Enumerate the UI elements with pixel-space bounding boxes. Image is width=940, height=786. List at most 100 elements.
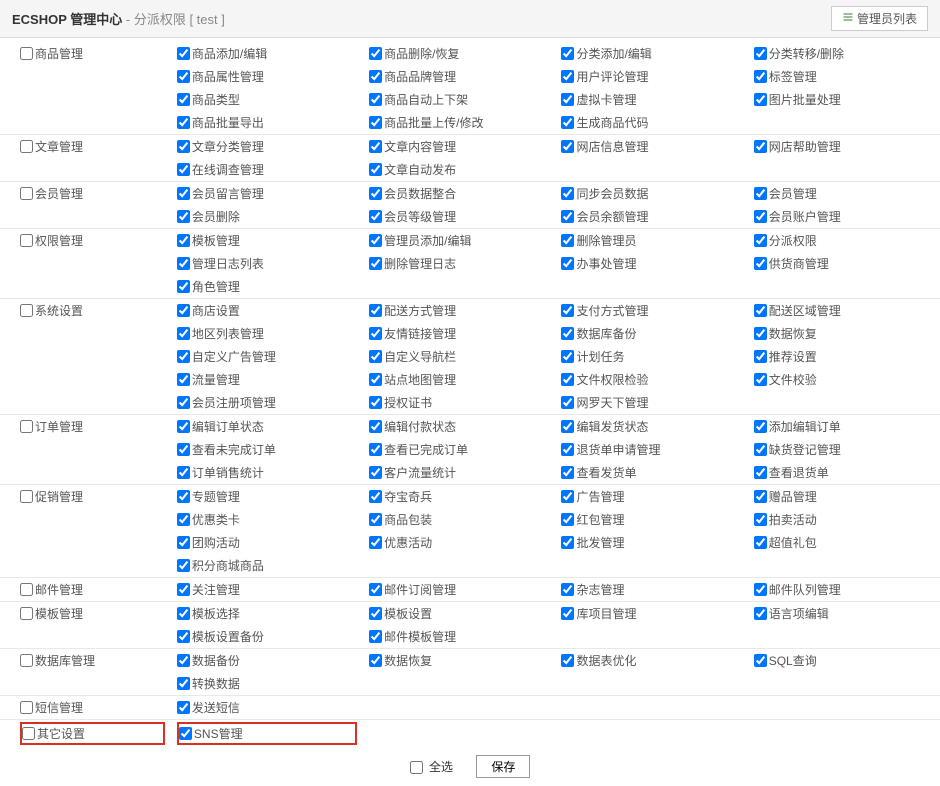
perm-checkbox[interactable] xyxy=(369,116,382,129)
perm-checkbox[interactable] xyxy=(177,350,190,363)
perm-checkbox[interactable] xyxy=(369,654,382,667)
perm-checkbox[interactable] xyxy=(561,373,574,386)
group-checkbox[interactable] xyxy=(20,583,33,596)
group-checkbox[interactable] xyxy=(22,727,35,740)
perm-checkbox[interactable] xyxy=(561,396,574,409)
admin-list-button[interactable]: 管理员列表 xyxy=(831,6,928,31)
group-checkbox[interactable] xyxy=(20,490,33,503)
perm-checkbox[interactable] xyxy=(369,490,382,503)
perm-checkbox[interactable] xyxy=(754,234,767,247)
perm-checkbox[interactable] xyxy=(177,396,190,409)
perm-checkbox[interactable] xyxy=(369,350,382,363)
perm-checkbox[interactable] xyxy=(177,630,190,643)
perm-checkbox[interactable] xyxy=(177,536,190,549)
perm-checkbox[interactable] xyxy=(754,70,767,83)
perm-checkbox[interactable] xyxy=(177,583,190,596)
perm-checkbox[interactable] xyxy=(369,70,382,83)
perm-checkbox[interactable] xyxy=(177,234,190,247)
perm-checkbox[interactable] xyxy=(754,513,767,526)
group-checkbox[interactable] xyxy=(20,47,33,60)
perm-checkbox[interactable] xyxy=(561,490,574,503)
perm-checkbox[interactable] xyxy=(561,234,574,247)
perm-checkbox[interactable] xyxy=(369,607,382,620)
group-checkbox[interactable] xyxy=(20,654,33,667)
perm-checkbox[interactable] xyxy=(754,490,767,503)
perm-checkbox[interactable] xyxy=(561,140,574,153)
perm-checkbox[interactable] xyxy=(754,140,767,153)
perm-checkbox[interactable] xyxy=(369,187,382,200)
perm-checkbox[interactable] xyxy=(177,443,190,456)
perm-checkbox[interactable] xyxy=(369,443,382,456)
group-checkbox[interactable] xyxy=(20,304,33,317)
perm-checkbox[interactable] xyxy=(369,140,382,153)
perm-checkbox[interactable] xyxy=(754,536,767,549)
perm-checkbox[interactable] xyxy=(561,210,574,223)
perm-checkbox[interactable] xyxy=(369,327,382,340)
perm-checkbox[interactable] xyxy=(369,536,382,549)
perm-checkbox[interactable] xyxy=(369,163,382,176)
perm-checkbox[interactable] xyxy=(561,583,574,596)
perm-checkbox[interactable] xyxy=(754,47,767,60)
perm-checkbox[interactable] xyxy=(754,373,767,386)
perm-checkbox[interactable] xyxy=(561,513,574,526)
perm-checkbox[interactable] xyxy=(369,257,382,270)
perm-checkbox[interactable] xyxy=(369,210,382,223)
group-checkbox[interactable] xyxy=(20,187,33,200)
perm-checkbox[interactable] xyxy=(754,257,767,270)
perm-checkbox[interactable] xyxy=(561,607,574,620)
perm-checkbox[interactable] xyxy=(177,677,190,690)
perm-checkbox[interactable] xyxy=(177,140,190,153)
perm-checkbox[interactable] xyxy=(561,420,574,433)
perm-checkbox[interactable] xyxy=(369,466,382,479)
perm-checkbox[interactable] xyxy=(561,116,574,129)
perm-checkbox[interactable] xyxy=(369,583,382,596)
select-all-checkbox[interactable] xyxy=(410,761,423,774)
perm-checkbox[interactable] xyxy=(369,93,382,106)
perm-checkbox[interactable] xyxy=(177,373,190,386)
perm-checkbox[interactable] xyxy=(561,443,574,456)
perm-checkbox[interactable] xyxy=(754,420,767,433)
perm-checkbox[interactable] xyxy=(561,187,574,200)
group-checkbox[interactable] xyxy=(20,234,33,247)
perm-checkbox[interactable] xyxy=(177,187,190,200)
perm-checkbox[interactable] xyxy=(369,630,382,643)
perm-checkbox[interactable] xyxy=(177,70,190,83)
perm-checkbox[interactable] xyxy=(177,701,190,714)
group-checkbox[interactable] xyxy=(20,420,33,433)
perm-checkbox[interactable] xyxy=(177,654,190,667)
perm-checkbox[interactable] xyxy=(369,420,382,433)
perm-checkbox[interactable] xyxy=(754,304,767,317)
perm-checkbox[interactable] xyxy=(177,93,190,106)
perm-checkbox[interactable] xyxy=(754,443,767,456)
perm-checkbox[interactable] xyxy=(754,583,767,596)
perm-checkbox[interactable] xyxy=(177,210,190,223)
perm-checkbox[interactable] xyxy=(754,327,767,340)
perm-checkbox[interactable] xyxy=(177,116,190,129)
perm-checkbox[interactable] xyxy=(561,350,574,363)
perm-checkbox[interactable] xyxy=(177,420,190,433)
perm-checkbox[interactable] xyxy=(561,93,574,106)
perm-checkbox[interactable] xyxy=(754,187,767,200)
perm-checkbox[interactable] xyxy=(561,327,574,340)
perm-checkbox[interactable] xyxy=(561,70,574,83)
group-checkbox[interactable] xyxy=(20,607,33,620)
perm-checkbox[interactable] xyxy=(177,280,190,293)
perm-checkbox[interactable] xyxy=(369,234,382,247)
perm-checkbox[interactable] xyxy=(369,513,382,526)
perm-checkbox[interactable] xyxy=(177,304,190,317)
perm-checkbox[interactable] xyxy=(369,396,382,409)
perm-checkbox[interactable] xyxy=(561,536,574,549)
perm-checkbox[interactable] xyxy=(179,727,192,740)
perm-checkbox[interactable] xyxy=(561,466,574,479)
perm-checkbox[interactable] xyxy=(754,466,767,479)
perm-checkbox[interactable] xyxy=(177,327,190,340)
group-checkbox[interactable] xyxy=(20,140,33,153)
perm-checkbox[interactable] xyxy=(369,47,382,60)
perm-checkbox[interactable] xyxy=(754,210,767,223)
perm-checkbox[interactable] xyxy=(369,304,382,317)
perm-checkbox[interactable] xyxy=(561,47,574,60)
perm-checkbox[interactable] xyxy=(754,93,767,106)
perm-checkbox[interactable] xyxy=(177,47,190,60)
perm-checkbox[interactable] xyxy=(561,304,574,317)
perm-checkbox[interactable] xyxy=(561,654,574,667)
